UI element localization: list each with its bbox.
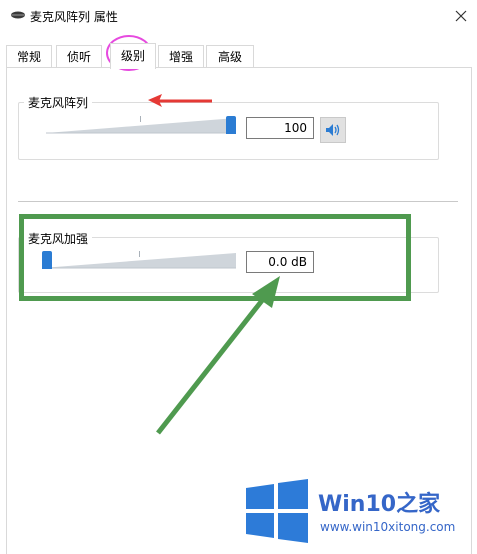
watermark-url: www.win10xitong.com [320, 520, 456, 534]
title-bar: 麦克风阵列 属性 [0, 0, 477, 32]
slider-ramp [46, 118, 236, 134]
watermark-brand-name: Win10 [318, 492, 397, 517]
microphone-array-value[interactable]: 100 [246, 117, 314, 139]
tab-advanced[interactable]: 高级 [206, 45, 254, 67]
slider-tick [140, 116, 141, 122]
close-icon [455, 10, 467, 22]
watermark-brand: Win10之家 [318, 486, 440, 518]
mute-button[interactable] [320, 117, 346, 143]
microphone-array-label: 麦克风阵列 [24, 94, 93, 111]
windows-logo-icon [246, 479, 308, 543]
tab-levels[interactable]: 级别 [110, 43, 156, 69]
watermark-brand-suffix: 之家 [396, 492, 441, 517]
divider [18, 201, 458, 202]
tab-listen[interactable]: 侦听 [56, 45, 102, 67]
close-button[interactable] [445, 0, 477, 32]
green-arrow-annotation [156, 276, 280, 435]
window-title: 麦克风阵列 属性 [30, 10, 118, 24]
slider-thumb[interactable] [226, 116, 236, 134]
microphone-array-slider[interactable] [46, 116, 236, 134]
speaker-icon [326, 124, 340, 136]
tab-enhancements[interactable]: 增强 [158, 45, 204, 67]
red-arrow-annotation [148, 94, 212, 107]
tab-general[interactable]: 常规 [6, 45, 52, 67]
microphone-array-icon [11, 11, 25, 19]
